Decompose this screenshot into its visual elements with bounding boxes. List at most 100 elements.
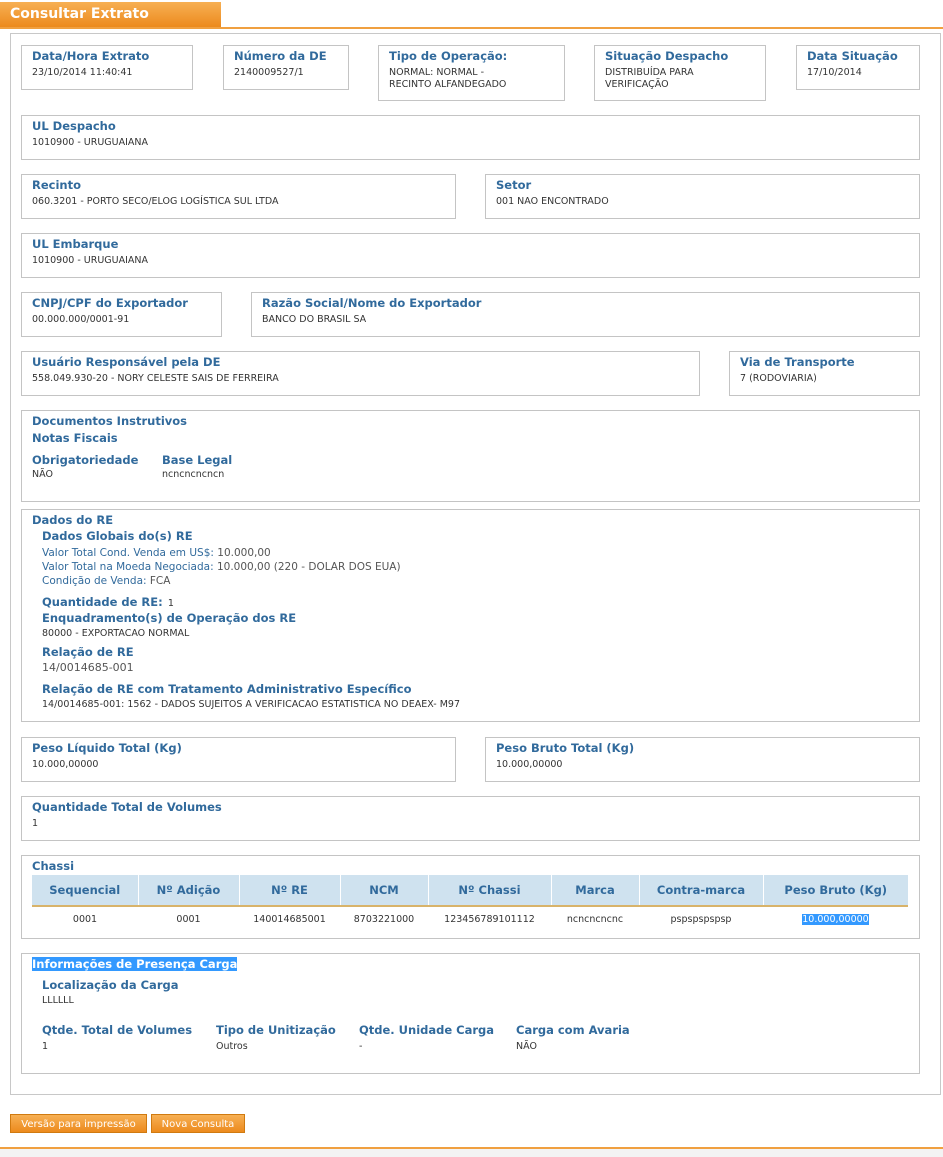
- setor-box: Setor 001 NAO ENCONTRADO: [485, 174, 920, 219]
- cell-marca: ncncncncnc: [566, 913, 624, 925]
- quantidade-re-row: Quantidade de RE: 1: [42, 591, 174, 610]
- col-peso-bruto: Peso Bruto (Kg): [763, 875, 908, 906]
- condicao-row: Condição de Venda: FCA: [42, 575, 170, 587]
- data-hora-box: Data/Hora Extrato 23/10/2014 11:40:41: [21, 45, 193, 90]
- presenca-box: Informações de Presença Carga Localizaçã…: [21, 953, 920, 1074]
- situacao-label: Situação Despacho: [605, 49, 729, 63]
- relacao-re-title: Relação de RE: [42, 645, 134, 659]
- base-legal-value: ncncncncncn: [162, 469, 225, 480]
- peso-liquido-box: Peso Líquido Total (Kg) 10.000,00000: [21, 737, 456, 782]
- ul-despacho-box: UL Despacho 1010900 - URUGUAIANA: [21, 115, 920, 160]
- peso-bruto-label: Peso Bruto Total (Kg): [496, 741, 635, 755]
- valor-total-row: Valor Total Cond. Venda em US$: 10.000,0…: [42, 547, 271, 559]
- peso-liquido-value: 10.000,00000: [32, 759, 99, 770]
- relacao-trat-title: Relação de RE com Tratamento Administrat…: [42, 682, 412, 696]
- data-hora-label: Data/Hora Extrato: [32, 49, 150, 63]
- cell-peso-bruto-value: 10.000,00000: [802, 913, 869, 925]
- presenca-title-wrap: Informações de Presença Carga: [32, 957, 238, 971]
- qtde-volumes-value: 1: [42, 1041, 49, 1052]
- valor-moeda-value: 10.000,00 (220 - DOLAR DOS EUA): [216, 561, 401, 573]
- razao-value: BANCO DO BRASIL SA: [262, 314, 367, 325]
- tipo-unitizacao-value: Outros: [216, 1041, 248, 1052]
- localizacao-label: Localização da Carga: [42, 978, 179, 992]
- tipo-operacao-label: Tipo de Operação:: [389, 49, 508, 63]
- data-hora-value: 23/10/2014 11:40:41: [32, 67, 133, 78]
- tipo-operacao-line1: NORMAL: NORMAL -: [389, 67, 485, 78]
- via-value: 7 (RODOVIARIA): [740, 373, 817, 384]
- avaria-label: Carga com Avaria: [516, 1023, 630, 1037]
- avaria-value: NÃO: [516, 1041, 537, 1052]
- presenca-title: Informações de Presença Carga: [32, 957, 238, 971]
- cell-adicao: 0001: [176, 913, 201, 925]
- cnpj-value: 00.000.000/0001-91: [32, 314, 130, 325]
- print-version-button[interactable]: Versão para impressão: [10, 1114, 147, 1133]
- recinto-box: Recinto 060.3201 - PORTO SECO/ELOG LOGÍS…: [21, 174, 456, 219]
- razao-box: Razão Social/Nome do Exportador BANCO DO…: [251, 292, 920, 337]
- ul-embarque-value: 1010900 - URUGUAIANA: [32, 255, 149, 266]
- via-label: Via de Transporte: [740, 355, 855, 369]
- volumes-box: Quantidade Total de Volumes 1: [21, 796, 920, 841]
- documentos-box: Documentos Instrutivos Notas Fiscais Obr…: [21, 410, 920, 502]
- chassi-table: Sequencial Nº Adição Nº RE NCM Nº Chassi…: [32, 875, 908, 931]
- valor-total-value: 10.000,00: [217, 547, 271, 559]
- valor-moeda-row: Valor Total na Moeda Negociada: 10.000,0…: [42, 561, 401, 573]
- usuario-value: 558.049.930-20 - NORY CELESTE SAIS DE FE…: [32, 373, 279, 384]
- unidade-carga-value: -: [359, 1041, 363, 1052]
- unidade-carga-label: Qtde. Unidade Carga: [359, 1023, 495, 1037]
- volumes-label: Quantidade Total de Volumes: [32, 800, 222, 814]
- obrigatoriedade-value: NÃO: [32, 469, 53, 480]
- col-adicao: Nº Adição: [138, 875, 240, 906]
- via-box: Via de Transporte 7 (RODOVIARIA): [729, 351, 920, 396]
- numero-de-box: Número da DE 2140009527/1: [223, 45, 349, 90]
- relacao-re-value: 14/0014685-001: [42, 661, 134, 674]
- qtde-volumes-label: Qtde. Total de Volumes: [42, 1023, 193, 1037]
- ul-embarque-box: UL Embarque 1010900 - URUGUAIANA: [21, 233, 920, 278]
- peso-bruto-box: Peso Bruto Total (Kg) 10.000,00000: [485, 737, 920, 782]
- quantidade-re-value: 1: [167, 598, 174, 609]
- quantidade-re-label: Quantidade de RE:: [42, 595, 163, 609]
- ul-embarque-label: UL Embarque: [32, 237, 119, 251]
- relacao-trat-value: 14/0014685-001: 1562 - DADOS SUJEITOS A …: [42, 699, 460, 710]
- cnpj-box: CNPJ/CPF do Exportador 00.000.000/0001-9…: [21, 292, 222, 337]
- base-legal-label: Base Legal: [162, 453, 233, 467]
- ul-despacho-value: 1010900 - URUGUAIANA: [32, 137, 149, 148]
- cell-chassi: 123456789101112: [444, 913, 535, 925]
- page-title-tab: Consultar Extrato Despacho: [0, 2, 221, 47]
- volumes-value: 1: [32, 818, 39, 829]
- enquadramento-value: 80000 - EXPORTACAO NORMAL: [42, 628, 190, 639]
- cell-contra-marca: pspspspspsp: [670, 913, 732, 925]
- col-sequencial: Sequencial: [32, 875, 139, 906]
- table-row: 0001 0001 140014685001 8703221000 123456…: [32, 906, 908, 931]
- ul-despacho-label: UL Despacho: [32, 119, 116, 133]
- cell-sequencial: 0001: [72, 913, 98, 925]
- peso-bruto-value: 10.000,00000: [496, 759, 563, 770]
- cell-re: 140014685001: [253, 913, 326, 925]
- situacao-line2: VERIFICAÇÃO: [605, 79, 669, 90]
- chassi-box: Chassi Sequencial Nº Adição Nº RE NCM Nº…: [21, 855, 920, 939]
- recinto-value: 060.3201 - PORTO SECO/ELOG LOGÍSTICA SUL…: [32, 196, 279, 207]
- new-query-button[interactable]: Nova Consulta: [151, 1114, 245, 1133]
- cnpj-label: CNPJ/CPF do Exportador: [32, 296, 188, 310]
- cell-ncm: 8703221000: [353, 913, 415, 925]
- numero-de-label: Número da DE: [234, 49, 327, 63]
- razao-label: Razão Social/Nome do Exportador: [262, 296, 482, 310]
- peso-liquido-label: Peso Líquido Total (Kg): [32, 741, 182, 755]
- data-situacao-value: 17/10/2014: [807, 67, 862, 78]
- usuario-label: Usuário Responsável pela DE: [32, 355, 221, 369]
- notas-fiscais-title: Notas Fiscais: [32, 431, 118, 445]
- dados-globais-title: Dados Globais do(s) RE: [42, 529, 193, 543]
- localizacao-value: LLLLLL: [42, 995, 74, 1006]
- condicao-label: Condição de Venda:: [42, 575, 147, 587]
- recinto-label: Recinto: [32, 178, 81, 192]
- data-situacao-box: Data Situação 17/10/2014: [796, 45, 920, 90]
- tipo-unitizacao-label: Tipo de Unitização: [216, 1023, 336, 1037]
- dados-re-title: Dados do RE: [32, 513, 114, 527]
- situacao-box: Situação Despacho DISTRIBUÍDA PARA VERIF…: [594, 45, 766, 101]
- tipo-operacao-box: Tipo de Operação: NORMAL: NORMAL - RECIN…: [378, 45, 565, 101]
- numero-de-value: 2140009527/1: [234, 67, 304, 78]
- usuario-box: Usuário Responsável pela DE 558.049.930-…: [21, 351, 700, 396]
- col-ncm: NCM: [340, 875, 429, 906]
- col-marca: Marca: [551, 875, 640, 906]
- cell-peso-bruto: 10.000,00000: [763, 906, 908, 931]
- footer-bar: [0, 1149, 943, 1157]
